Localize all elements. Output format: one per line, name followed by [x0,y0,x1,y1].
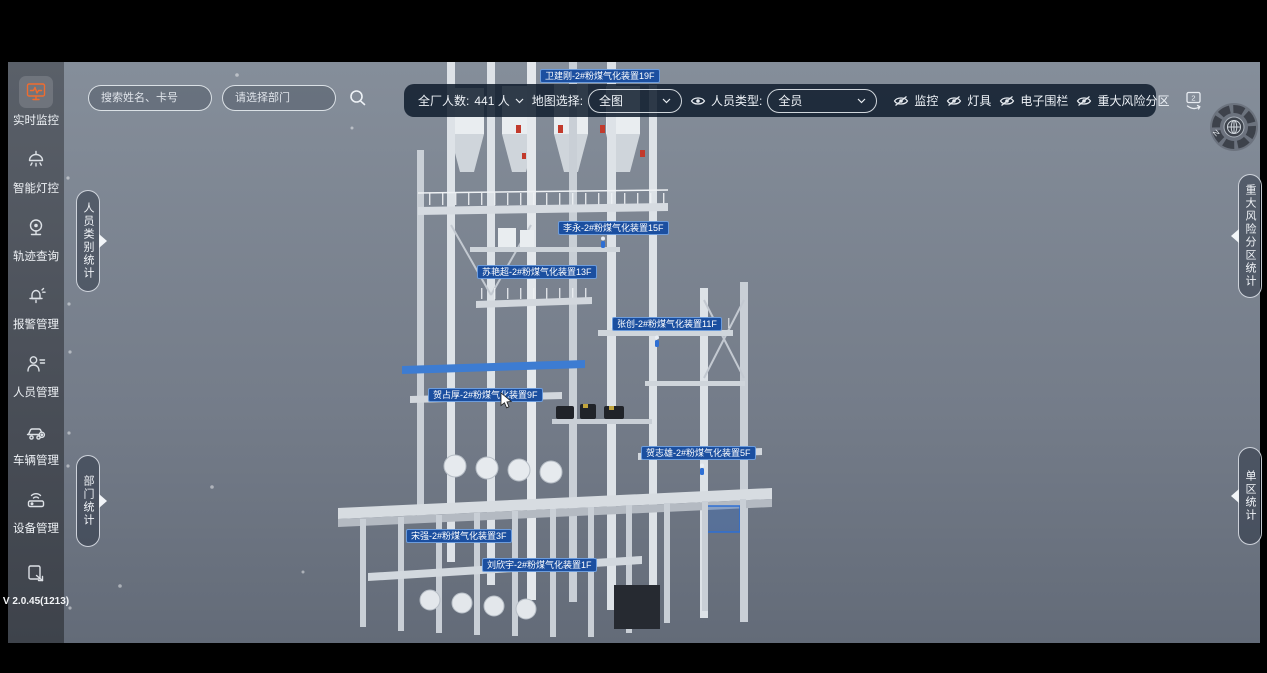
sidebar-item-screen-exit[interactable] [8,558,64,590]
monitor-pulse-icon [19,76,53,108]
total-personnel-label: 全厂人数: [418,92,469,109]
toggle-major-risk-zone[interactable]: 重大风险分区 [1076,92,1169,109]
person-list-icon [19,348,53,380]
toggle-label: 电子围栏 [1020,92,1068,109]
person-type-dropdown[interactable]: 全员 [767,89,877,113]
track-camera-icon [19,212,53,244]
toggle-label: 监控 [914,92,938,109]
eye-off-icon [946,95,962,107]
tab-single-zone-stats[interactable]: 单区统计 [1238,447,1262,545]
toggle-electronic-fence[interactable]: 电子围栏 [999,92,1068,109]
map-control-bar: 全厂人数: 441 人 地图选择: 全图 人员类型: 全员 监控 灯具 [404,84,1156,117]
car-gear-icon [19,416,53,448]
toggle-label: 灯具 [967,92,991,109]
app-window: 卫建刚-2#粉煤气化装置19F 李永-2#粉煤气化装置15F 苏艳超-2#粉煤气… [0,0,1267,673]
eye-off-icon [893,95,909,107]
sidebar-item-trajectory-query[interactable]: 轨迹查询 [8,212,64,264]
sidebar-item-smart-lighting[interactable]: 智能灯控 [8,144,64,196]
person-marker[interactable] [653,335,661,353]
person-location-label[interactable]: 卫建刚-2#粉煤气化装置19F [540,69,660,83]
sidebar-item-label: 智能灯控 [13,180,59,196]
toggle-lighting[interactable]: 灯具 [946,92,991,109]
sidebar-item-label: 实时监控 [13,112,59,128]
version-label: V 2.0.45(1213) [3,596,69,607]
eye-icon [690,95,706,107]
expand-arrow-icon [1231,229,1239,243]
sidebar-item-label: 人员管理 [13,384,59,400]
compass-navigation-widget[interactable]: N [1208,101,1260,158]
sidebar-item-equipment-management[interactable]: 设备管理 [8,484,64,536]
switch-2d-button[interactable]: 2 [1183,90,1205,112]
toggle-label: 重大风险分区 [1097,92,1169,109]
device-signal-icon [19,484,53,516]
tab-label: 重大风险分区统计 [1242,184,1258,288]
chevron-down-icon [515,98,524,104]
search-button[interactable] [346,86,370,110]
switch-2d-badge: 2 [1192,93,1196,102]
search-bar [88,85,370,111]
sidebar-item-realtime-monitor[interactable]: 实时监控 [8,76,64,128]
left-sidebar: 实时监控 智能灯控 轨迹查询 报警管理 人员管理 [8,62,64,643]
expand-arrow-icon [99,494,107,508]
map-select-label: 地图选择: [532,92,583,109]
person-location-label[interactable]: 张创-2#粉煤气化装置11F [612,317,722,331]
expand-arrow-icon [1231,489,1239,503]
tab-label: 单区统计 [1242,470,1258,522]
search-name-input[interactable] [88,85,212,111]
map-select-dropdown[interactable]: 全图 [588,89,682,113]
sidebar-item-label: 设备管理 [13,520,59,536]
person-marker[interactable] [599,236,607,254]
lamp-icon [19,144,53,176]
map-select-value: 全图 [599,92,623,109]
sidebar-item-label: 报警管理 [13,316,59,332]
alarm-bell-icon [19,280,53,312]
person-location-label[interactable]: 苏艳超-2#粉煤气化装置13F [477,265,597,279]
person-type-label: 人员类型: [711,92,762,109]
eye-off-icon [1076,95,1092,107]
person-location-label[interactable]: 宋强-2#粉煤气化装置3F [406,529,512,543]
department-select-input[interactable] [222,85,336,111]
sidebar-item-vehicle-management[interactable]: 车辆管理 [8,416,64,468]
total-personnel-value: 441 人 [474,92,509,109]
person-location-label[interactable]: 刘欣宇-2#粉煤气化装置1F [482,558,597,572]
person-location-label[interactable]: 李永-2#粉煤气化装置15F [558,221,669,235]
sidebar-item-alarm-management[interactable]: 报警管理 [8,280,64,332]
globe-icon [1228,121,1241,134]
expand-arrow-icon [99,234,107,248]
person-location-label[interactable]: 贺占厚-2#粉煤气化装置9F [428,388,543,402]
eye-off-icon [999,95,1015,107]
tab-personnel-category-stats[interactable]: 人员类别统计 [76,190,100,292]
sidebar-item-label: 轨迹查询 [13,248,59,264]
tab-major-risk-zone-stats[interactable]: 重大风险分区统计 [1238,174,1262,298]
chevron-down-icon [662,98,671,104]
tab-label: 人员类别统计 [80,202,96,280]
person-marker[interactable] [698,463,706,481]
toggle-monitoring[interactable]: 监控 [893,92,938,109]
exit-screen-icon [19,558,53,590]
person-location-label[interactable]: 贺志雄-2#粉煤气化装置5F [641,446,756,460]
tab-label: 部门统计 [80,475,96,527]
person-type-value: 全员 [778,92,802,109]
total-personnel-dropdown[interactable]: 全厂人数: 441 人 [418,92,524,109]
sidebar-item-label: 车辆管理 [13,452,59,468]
chevron-down-icon [857,98,866,104]
tab-department-stats[interactable]: 部门统计 [76,455,100,547]
sidebar-item-personnel-management[interactable]: 人员管理 [8,348,64,400]
